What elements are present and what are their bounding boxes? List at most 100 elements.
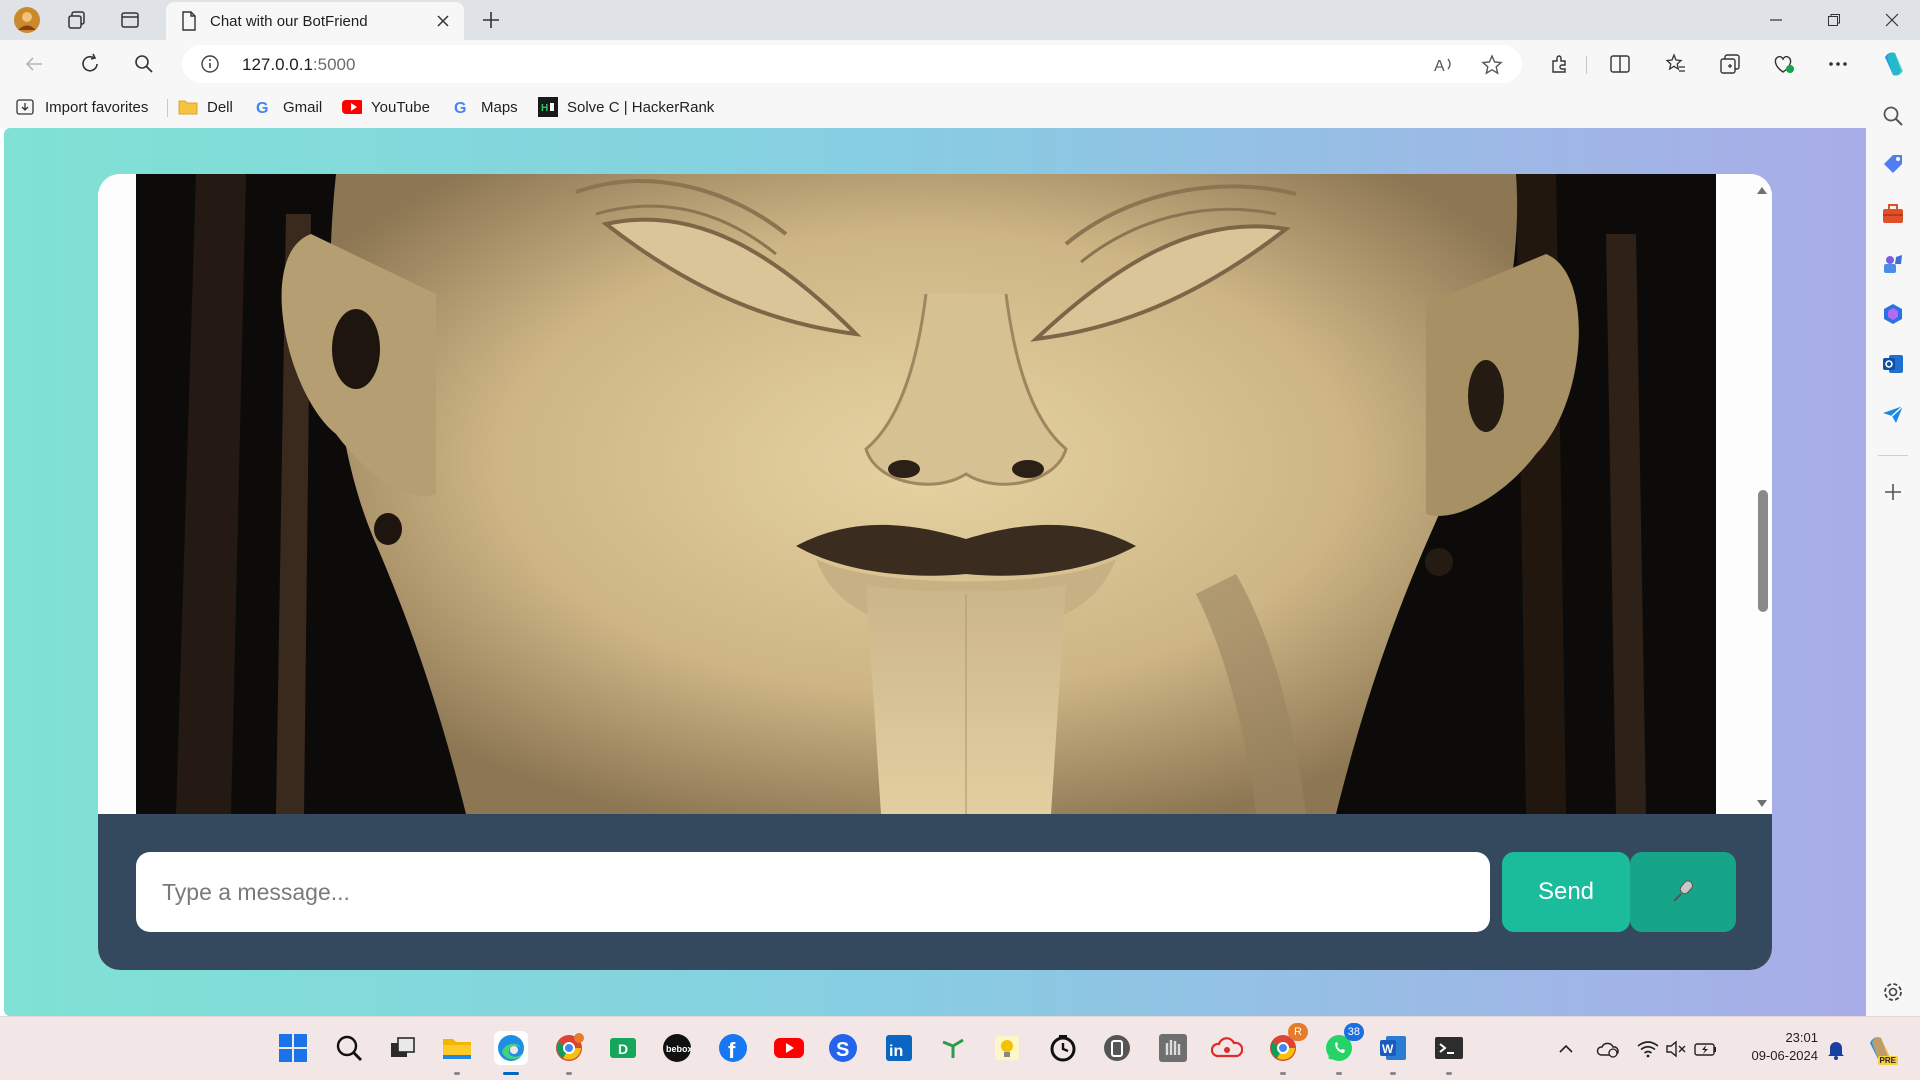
close-window-button[interactable] <box>1866 0 1918 40</box>
dictionary-app-icon[interactable]: D <box>606 1031 640 1065</box>
search-icon[interactable] <box>128 48 160 80</box>
tab-active[interactable]: Chat with our BotFriend <box>166 2 464 40</box>
split-screen-icon[interactable] <box>1606 50 1634 78</box>
system-clock[interactable]: 23:01 09-06-2024 <box>1734 1029 1819 1065</box>
document-icon <box>180 11 198 31</box>
shopping-tag-icon[interactable] <box>1880 151 1906 177</box>
tab-title: Chat with our BotFriend <box>210 13 368 30</box>
close-tab-icon[interactable] <box>432 10 454 32</box>
url-text: 127.0.0.1:5000 <box>242 55 355 75</box>
url-host: 127.0.0.1 <box>242 55 313 74</box>
page-viewport: Send <box>4 128 1866 1016</box>
copilot-icon[interactable] <box>1878 48 1910 80</box>
favorites-separator <box>167 99 168 117</box>
google-icon: G <box>254 97 274 117</box>
games-icon[interactable] <box>1880 251 1906 277</box>
svg-text:D: D <box>618 1041 628 1057</box>
read-aloud-icon[interactable]: A <box>1432 53 1456 77</box>
show-hidden-icons-chevron-icon[interactable] <box>1554 1037 1578 1061</box>
edge-taskbar-icon[interactable] <box>494 1031 528 1075</box>
tools-briefcase-icon[interactable] <box>1880 201 1906 227</box>
battery-charging-icon[interactable] <box>1694 1037 1718 1061</box>
running-indicator <box>566 1072 572 1075</box>
chat-messages[interactable] <box>98 174 1772 814</box>
file-explorer-icon[interactable] <box>440 1031 474 1075</box>
beatbox-app-icon[interactable]: bebox <box>660 1031 694 1065</box>
fav-label: Import favorites <box>45 98 149 116</box>
new-tab-button[interactable] <box>476 6 506 34</box>
message-input[interactable] <box>136 852 1490 932</box>
svg-text:A: A <box>1434 58 1445 75</box>
start-button[interactable] <box>276 1031 310 1065</box>
fav-hackerrank[interactable]: H Solve C | HackerRank <box>538 96 714 118</box>
svg-text:G: G <box>454 100 466 116</box>
outlook-icon[interactable] <box>1880 351 1906 377</box>
windows-taskbar: D bebox f S in R 38 W 23:01 09-06-2024 P… <box>0 1016 1920 1080</box>
favorites-icon[interactable] <box>1662 50 1690 78</box>
scroll-up-icon[interactable] <box>1756 182 1768 194</box>
microsoft-365-icon[interactable] <box>1880 301 1906 327</box>
whatsapp-icon[interactable]: 38 <box>1322 1023 1364 1075</box>
clay-sculpture-image <box>136 174 1716 814</box>
fav-label: Gmail <box>283 98 323 116</box>
chat-scrollbar[interactable] <box>1752 174 1772 814</box>
scroll-down-icon[interactable] <box>1756 796 1768 807</box>
add-sidebar-app-icon[interactable] <box>1880 479 1906 505</box>
extensions-icon[interactable] <box>1546 50 1574 78</box>
hackerrank-icon: H <box>538 97 558 117</box>
wifi-icon[interactable] <box>1636 1037 1660 1061</box>
volume-muted-icon[interactable] <box>1664 1037 1688 1061</box>
vertical-tabs-icon[interactable] <box>116 6 144 34</box>
sidebar-settings-icon[interactable] <box>1880 979 1906 1005</box>
browser-essentials-icon[interactable] <box>1770 50 1798 78</box>
svg-text:S: S <box>836 1039 849 1061</box>
address-bar[interactable]: 127.0.0.1:5000 A <box>182 45 1522 83</box>
onedrive-sync-icon[interactable] <box>1596 1037 1620 1061</box>
timer-app-icon[interactable] <box>1046 1031 1080 1065</box>
linkedin-icon[interactable]: in <box>882 1031 916 1065</box>
collections-icon[interactable] <box>1716 50 1744 78</box>
task-view-icon[interactable] <box>386 1031 420 1065</box>
chrome-icon[interactable]: R <box>1266 1023 1308 1075</box>
chat-container: Send <box>98 174 1772 970</box>
fav-import[interactable]: Import favorites <box>16 96 148 118</box>
workspaces-icon[interactable] <box>63 6 91 34</box>
skype-style-s-icon[interactable]: S <box>826 1031 860 1065</box>
tinkercad-icon[interactable] <box>936 1031 970 1065</box>
back-icon[interactable] <box>18 48 50 80</box>
copilot-taskbar-icon[interactable]: PRE <box>1864 1033 1898 1065</box>
send-button[interactable]: Send <box>1502 852 1630 932</box>
cloud-app-icon[interactable] <box>1210 1031 1244 1065</box>
hand-app-icon[interactable] <box>1156 1031 1190 1065</box>
word-icon[interactable]: W <box>1376 1031 1410 1075</box>
chrome-profile-icon[interactable] <box>552 1031 586 1075</box>
svg-text:G: G <box>256 100 268 116</box>
more-options-icon[interactable] <box>1824 50 1852 78</box>
drop-send-icon[interactable] <box>1880 401 1906 427</box>
fav-maps[interactable]: G Maps <box>452 96 518 118</box>
youtube-taskbar-icon[interactable] <box>772 1031 806 1065</box>
sidebar-search-icon[interactable] <box>1880 103 1906 129</box>
whatsapp-unread-badge: 38 <box>1343 1023 1364 1041</box>
refresh-icon[interactable] <box>74 48 106 80</box>
scroll-thumb[interactable] <box>1758 490 1768 612</box>
phone-link-app-icon[interactable] <box>1100 1031 1134 1065</box>
microphone-icon <box>1670 878 1696 907</box>
svg-text:W: W <box>1382 1042 1394 1056</box>
fav-gmail[interactable]: G Gmail <box>254 96 322 118</box>
minimize-button[interactable] <box>1750 0 1802 40</box>
fav-dell[interactable]: Dell <box>178 96 233 118</box>
taskbar-search-icon[interactable] <box>332 1031 366 1065</box>
profile-avatar[interactable] <box>13 6 41 34</box>
microphone-button[interactable] <box>1630 852 1736 932</box>
google-icon: G <box>452 97 472 117</box>
fav-youtube[interactable]: YouTube <box>342 96 430 118</box>
facebook-icon[interactable]: f <box>716 1031 750 1065</box>
site-info-icon[interactable] <box>200 54 220 74</box>
favorite-star-icon[interactable] <box>1480 53 1504 77</box>
fav-label: Maps <box>481 98 518 116</box>
terminal-icon[interactable] <box>1432 1031 1466 1075</box>
bulb-app-icon[interactable] <box>990 1031 1024 1065</box>
restore-button[interactable] <box>1808 0 1860 40</box>
notification-bell-icon[interactable] <box>1824 1037 1848 1061</box>
